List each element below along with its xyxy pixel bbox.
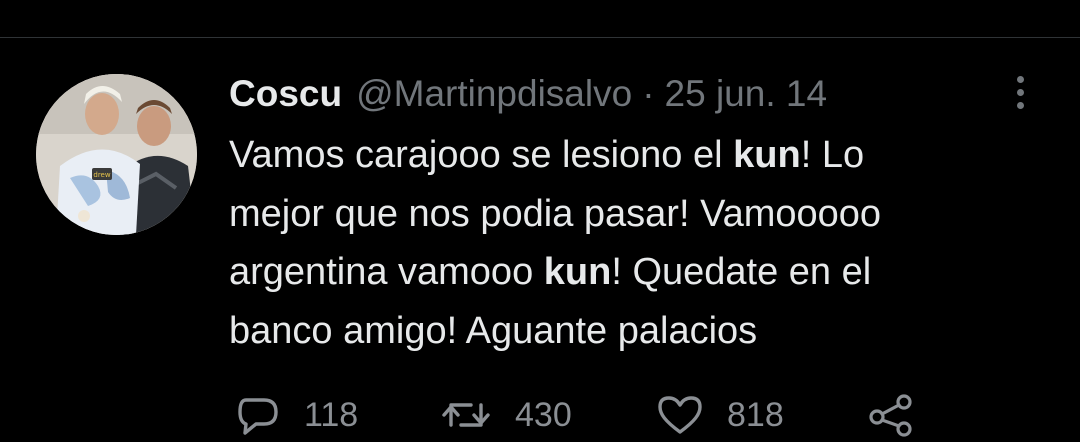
author-handle[interactable]: @Martinpdisalvo xyxy=(356,73,632,115)
tweet-text-segment: Vamos carajooo se lesiono el xyxy=(229,134,734,176)
tweet-text-segment: banco amigo! Aguante palacios xyxy=(229,309,758,352)
more-options-icon-dot xyxy=(1016,88,1024,96)
tweet-text-bold: kun xyxy=(543,251,612,294)
tweet-date[interactable]: 25 jun. 14 xyxy=(665,73,828,115)
tweet-text-line: argentina vamooo kun! Quedate en el xyxy=(229,243,1029,302)
tweet-text-line: banco amigo! Aguante palacios xyxy=(229,302,1029,361)
avatar[interactable]: drew xyxy=(36,74,197,235)
more-options-icon xyxy=(1016,75,1024,83)
tweet-text-bold: kun xyxy=(733,134,801,176)
header-separator: · xyxy=(642,73,655,114)
tweet-text-line: Vamos carajooo se lesiono el kun! Lo xyxy=(229,126,1029,185)
heart-icon xyxy=(657,394,703,436)
retweet-action[interactable]: 430 xyxy=(441,392,572,438)
top-divider xyxy=(0,37,1080,38)
tweet-text: Vamos carajooo se lesiono el kun! Lo mejo… xyxy=(229,126,1029,360)
tweet-text-segment: argentina vamooo xyxy=(229,251,544,294)
tweet-header: Coscu @Martinpdisalvo · 25 jun. 14 xyxy=(229,70,827,118)
tweet-text-segment: ! Lo xyxy=(800,134,865,176)
more-options-button[interactable] xyxy=(1003,72,1037,112)
tweet-text-line: mejor que nos podia pasar! Vamooooo xyxy=(229,185,1029,244)
tweet-text-segment: mejor que nos podia pasar! Vamooooo xyxy=(229,192,882,235)
author-name[interactable]: Coscu xyxy=(229,73,342,115)
retweet-icon xyxy=(441,395,491,435)
like-action[interactable]: 818 xyxy=(657,392,784,438)
tweet-text-segment: ! Quedate en el xyxy=(611,251,872,294)
avatar-photo: drew xyxy=(36,74,197,235)
retweet-count: 430 xyxy=(515,395,572,434)
share-button[interactable] xyxy=(866,392,916,438)
reply-action[interactable]: 118 xyxy=(236,392,358,438)
reply-icon xyxy=(236,394,280,436)
share-icon xyxy=(866,393,916,437)
like-count: 818 xyxy=(727,395,784,434)
reply-count: 118 xyxy=(304,395,359,434)
svg-text:drew: drew xyxy=(93,171,110,179)
more-options-icon-dot xyxy=(1016,101,1024,109)
